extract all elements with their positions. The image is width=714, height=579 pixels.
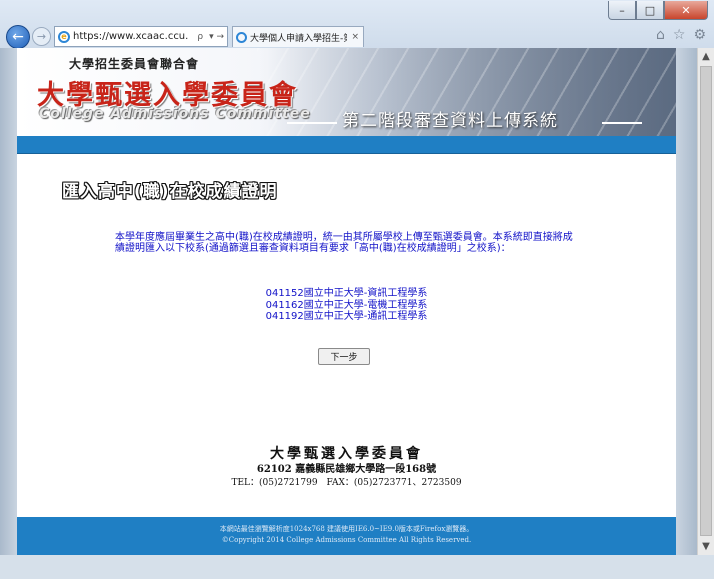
footer-copyright: ©Copyright 2014 College Admissions Commi… bbox=[221, 536, 472, 544]
footer-org-info: 大學甄選入學委員會 62102 嘉義縣民雄鄉大學路一段168號 TEL：(05)… bbox=[17, 445, 676, 490]
intro-text: 本學年度應屆畢業生之高中(職)在校成績證明，統一由其所屬學校上傳至甄選委員會。本… bbox=[115, 232, 573, 254]
department-list: 041152國立中正大學-資訊工程學系 041162國立中正大學-電機工程學系 … bbox=[17, 288, 676, 323]
department-item: 041162國立中正大學-電機工程學系 bbox=[265, 299, 428, 311]
close-window-button[interactable]: ✕ bbox=[664, 1, 708, 20]
minimize-button[interactable]: – bbox=[608, 1, 636, 20]
left-background-strip bbox=[0, 48, 17, 555]
home-icon[interactable]: ⌂ bbox=[656, 27, 665, 43]
window-controls: – □ ✕ bbox=[608, 1, 708, 20]
maximize-button[interactable]: □ bbox=[636, 1, 664, 20]
scroll-down-arrow-icon[interactable]: ▼ bbox=[698, 538, 714, 555]
footer-contact: TEL：(05)2721799 FAX：(05)2723771、2723509 bbox=[231, 478, 462, 488]
address-controls[interactable]: ▾ → bbox=[206, 32, 227, 42]
forward-button[interactable]: → bbox=[32, 27, 51, 46]
page-viewport: 大學招生委員會聯合會 大學甄選入學委員會 College Admissions … bbox=[17, 48, 676, 555]
department-item: 041152國立中正大學-資訊工程學系 bbox=[265, 288, 428, 299]
department-item: 041192國立中正大學-通訊工程學系 bbox=[265, 311, 428, 322]
footer-browser-note: 本網站最佳瀏覽解析度1024x768 建議使用IE6.0~IE9.0版本或Fir… bbox=[219, 525, 474, 533]
right-background-strip bbox=[676, 48, 697, 555]
footer-address: 62102 嘉義縣民雄鄉大學路一段168號 bbox=[256, 464, 437, 475]
next-step-button[interactable]: 下一步 bbox=[318, 348, 370, 365]
vertical-scrollbar[interactable]: ▲ ▼ bbox=[697, 48, 714, 555]
scroll-up-arrow-icon[interactable]: ▲ bbox=[698, 48, 714, 65]
banner-divider-right bbox=[602, 122, 642, 124]
browser-status-area bbox=[0, 555, 714, 579]
settings-gear-icon[interactable]: ⚙ bbox=[693, 27, 706, 43]
url-text: https://www.xcaac.ccu. bbox=[73, 31, 189, 42]
footer-org-name: 大學甄選入學委員會 bbox=[270, 446, 423, 462]
banner-system-name: 第二階段審查資料上傳系統 bbox=[342, 111, 558, 131]
banner-english-name: College Admissions Committee bbox=[39, 106, 311, 122]
ie-page-icon: e bbox=[58, 30, 70, 43]
back-button[interactable]: ← bbox=[6, 25, 30, 49]
banner-divider-left bbox=[287, 122, 337, 124]
scrollbar-thumb[interactable] bbox=[700, 66, 712, 536]
site-banner: 大學招生委員會聯合會 大學甄選入學委員會 College Admissions … bbox=[17, 48, 676, 136]
browser-chrome: – □ ✕ ← → e https://www.xcaac.ccu. ρ ▾ →… bbox=[0, 0, 714, 49]
favorites-icon[interactable]: ☆ bbox=[673, 27, 686, 43]
tab-close-icon[interactable]: × bbox=[347, 32, 363, 42]
tab-title: 大學個人申請入學招生-第... bbox=[250, 33, 347, 44]
footer-bar: 本網站最佳瀏覽解析度1024x768 建議使用IE6.0~IE9.0版本或Fir… bbox=[17, 517, 676, 555]
toolbar-icons: ⌂ ☆ ⚙ bbox=[656, 27, 706, 43]
search-icon[interactable]: ρ bbox=[194, 32, 206, 42]
browser-tab[interactable]: 大學個人申請入學招生-第... × bbox=[232, 26, 364, 47]
page-title: 匯入高中(職)在校成績證明 bbox=[62, 182, 278, 202]
banner-top-line: 大學招生委員會聯合會 bbox=[69, 57, 200, 71]
address-bar[interactable]: e https://www.xcaac.ccu. ρ ▾ → bbox=[54, 26, 228, 47]
tab-ie-icon bbox=[236, 31, 247, 43]
header-blue-bar bbox=[17, 136, 676, 154]
